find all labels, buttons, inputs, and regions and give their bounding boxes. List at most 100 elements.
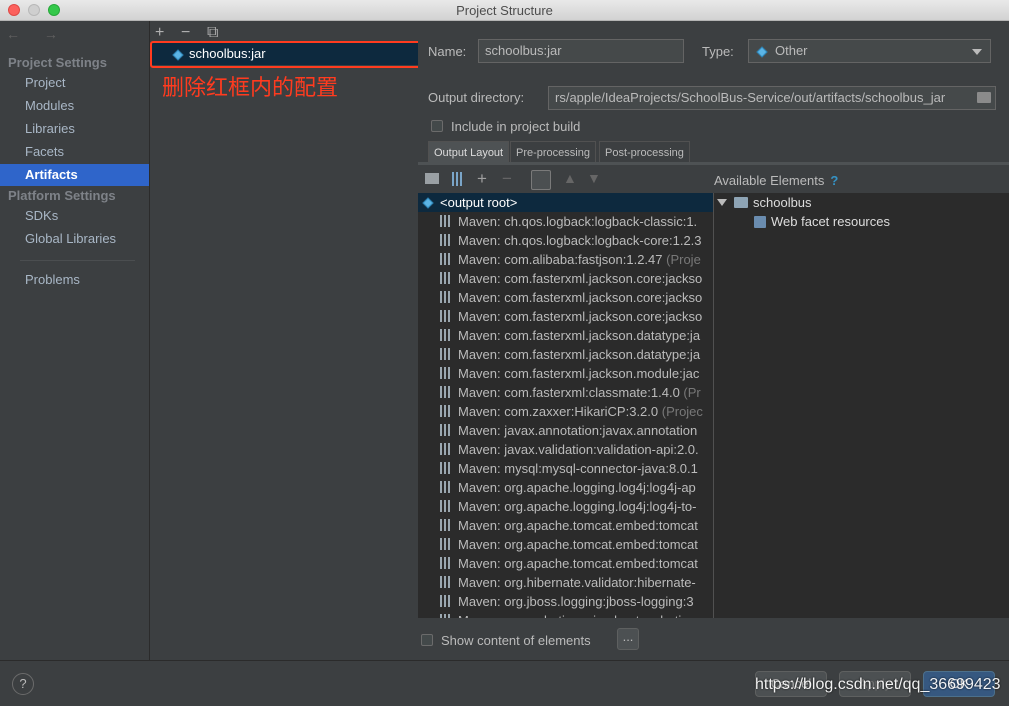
output-root-row[interactable]: <output root>	[418, 193, 713, 212]
library-row[interactable]: Maven: org.jboss.logging:jboss-logging:3	[418, 592, 713, 611]
library-icon	[440, 329, 452, 341]
annotation-text: 删除红框内的配置	[162, 75, 339, 100]
show-content-checkbox[interactable]	[421, 634, 433, 646]
type-label: Type:	[702, 44, 734, 59]
library-row[interactable]: Maven: com.fasterxml.jackson.datatype:ja	[418, 326, 713, 345]
nav-item-sdks[interactable]: SDKs	[0, 205, 149, 227]
library-name: Maven: org.hibernate.validator:hibernate…	[458, 575, 696, 590]
library-name: Maven: org.jboss.logging:jboss-logging:3	[458, 594, 694, 609]
output-root-label: <output root>	[440, 195, 518, 210]
nav-item-modules[interactable]: Modules	[0, 95, 149, 117]
library-row[interactable]: Maven: org.apache.tomcat.embed:tomcat	[418, 535, 713, 554]
name-field[interactable]: schoolbus:jar	[478, 39, 684, 63]
library-name: Maven: mysql:mysql-connector-java:8.0.1	[458, 461, 698, 476]
nav-item-project[interactable]: Project	[0, 72, 149, 94]
library-row[interactable]: Maven: com.fasterxml.jackson.core:jackso	[418, 269, 713, 288]
library-row[interactable]: Maven: com.fasterxml.jackson.module:jac	[418, 364, 713, 383]
library-icon	[440, 462, 452, 474]
library-row[interactable]: Maven: ch.qos.logback:logback-classic:1.	[418, 212, 713, 231]
folder-browse-icon[interactable]	[977, 92, 991, 103]
watermark-text: https://blog.csdn.net/qq_36699423	[755, 676, 1001, 693]
copy-icon[interactable]: ⧉	[207, 24, 233, 42]
library-icon	[440, 310, 452, 322]
library-icon	[440, 386, 452, 398]
library-name: Maven: org.apache.tomcat.embed:tomcat	[458, 556, 698, 571]
help-icon[interactable]: ?	[830, 173, 838, 188]
library-row[interactable]: Maven: org.mybatis.spring.boot:mybatis	[418, 611, 713, 618]
new-archive-icon[interactable]	[452, 172, 462, 186]
type-value: Other	[775, 43, 808, 58]
tab-underline	[418, 162, 1009, 165]
library-name: Maven: com.fasterxml.jackson.core:jackso	[458, 309, 703, 324]
library-row[interactable]: Maven: org.apache.tomcat.embed:tomcat	[418, 516, 713, 535]
library-icon	[440, 234, 452, 246]
nav-item-libraries[interactable]: Libraries	[0, 118, 149, 140]
library-icon	[440, 519, 452, 531]
library-name: Maven: javax.validation:validation-api:2…	[458, 442, 699, 457]
library-name: Maven: org.apache.tomcat.embed:tomcat	[458, 537, 698, 552]
library-name: Maven: org.apache.logging.log4j:log4j-ap	[458, 480, 696, 495]
title-bar: Project Structure	[0, 0, 1009, 21]
nav-item-artifacts[interactable]: Artifacts	[0, 164, 149, 186]
nav-separator	[20, 260, 135, 261]
remove-icon[interactable]: −	[181, 24, 207, 42]
library-name: Maven: com.fasterxml.jackson.datatype:ja	[458, 328, 701, 343]
library-icon	[440, 614, 452, 618]
library-row[interactable]: Maven: com.fasterxml.jackson.core:jackso	[418, 307, 713, 326]
nav-item-problems[interactable]: Problems	[0, 269, 149, 291]
library-icon	[440, 272, 452, 284]
artifact-list-panel	[150, 21, 417, 660]
library-icon	[440, 595, 452, 607]
back-forward-arrows-icon[interactable]: ← →	[6, 26, 68, 42]
add-element-icon[interactable]: +	[477, 169, 487, 189]
remove-element-icon[interactable]: −	[502, 169, 512, 189]
library-row[interactable]: Maven: com.fasterxml.jackson.datatype:ja	[418, 345, 713, 364]
library-icon	[440, 253, 452, 265]
library-name: Maven: com.fasterxml:classmate:1.4.0	[458, 385, 680, 400]
nav-item-facets[interactable]: Facets	[0, 141, 149, 163]
library-row[interactable]: Maven: com.fasterxml:classmate:1.4.0 (Pr	[418, 383, 713, 402]
library-name: Maven: com.fasterxml.jackson.core:jackso	[458, 290, 703, 305]
tab-post-processing[interactable]: Post-processing	[599, 141, 690, 163]
library-name: Maven: com.fasterxml.jackson.datatype:ja	[458, 347, 701, 362]
library-row[interactable]: Maven: mysql:mysql-connector-java:8.0.1	[418, 459, 713, 478]
tree-child-label[interactable]: Web facet resources	[771, 214, 890, 229]
add-icon[interactable]: +	[155, 24, 181, 42]
type-select[interactable]: Other	[748, 39, 991, 63]
move-up-icon[interactable]: ▲	[563, 170, 577, 186]
web-facet-icon	[754, 216, 766, 228]
help-button[interactable]: ?	[12, 673, 34, 695]
library-name: Maven: org.mybatis.spring.boot:mybatis	[458, 613, 688, 618]
new-folder-icon[interactable]	[425, 173, 439, 184]
window-title: Project Structure	[456, 3, 553, 18]
library-row[interactable]: Maven: com.zaxxer:HikariCP:3.2.0 (Projec	[418, 402, 713, 421]
library-suffix: (Proje	[662, 252, 701, 267]
library-row[interactable]: Maven: org.apache.logging.log4j:log4j-to…	[418, 497, 713, 516]
library-row[interactable]: Maven: org.apache.tomcat.embed:tomcat	[418, 554, 713, 573]
tab-output-layout[interactable]: Output Layout	[428, 141, 510, 163]
expand-triangle-icon[interactable]	[717, 199, 727, 206]
include-build-checkbox[interactable]	[431, 120, 443, 132]
nav-item-global-libraries[interactable]: Global Libraries	[0, 228, 149, 250]
more-options-button[interactable]: ...	[617, 628, 639, 650]
library-icon	[440, 367, 452, 379]
library-row[interactable]: Maven: javax.validation:validation-api:2…	[418, 440, 713, 459]
module-folder-icon	[734, 197, 748, 208]
available-elements-tree[interactable]	[714, 193, 1009, 618]
sort-elements-icon[interactable]	[531, 170, 551, 190]
include-build-label: Include in project build	[451, 119, 581, 134]
library-row[interactable]: Maven: ch.qos.logback:logback-core:1.2.3	[418, 231, 713, 250]
move-down-icon[interactable]: ▼	[587, 170, 601, 186]
library-row[interactable]: Maven: org.hibernate.validator:hibernate…	[418, 573, 713, 592]
project-settings-header: Project Settings	[8, 55, 107, 70]
library-row[interactable]: Maven: com.alibaba:fastjson:1.2.47 (Proj…	[418, 250, 713, 269]
library-icon	[440, 424, 452, 436]
library-row[interactable]: Maven: com.fasterxml.jackson.core:jackso	[418, 288, 713, 307]
output-layout-tree[interactable]: <output root> Maven: ch.qos.logback:logb…	[418, 193, 713, 618]
artifact-type-icon	[756, 46, 768, 58]
tree-root-label[interactable]: schoolbus	[753, 195, 812, 210]
library-row[interactable]: Maven: javax.annotation:javax.annotation	[418, 421, 713, 440]
tab-pre-processing[interactable]: Pre-processing	[510, 141, 596, 163]
output-directory-field[interactable]: rs/apple/IdeaProjects/SchoolBus-Service/…	[548, 86, 996, 110]
library-row[interactable]: Maven: org.apache.logging.log4j:log4j-ap	[418, 478, 713, 497]
